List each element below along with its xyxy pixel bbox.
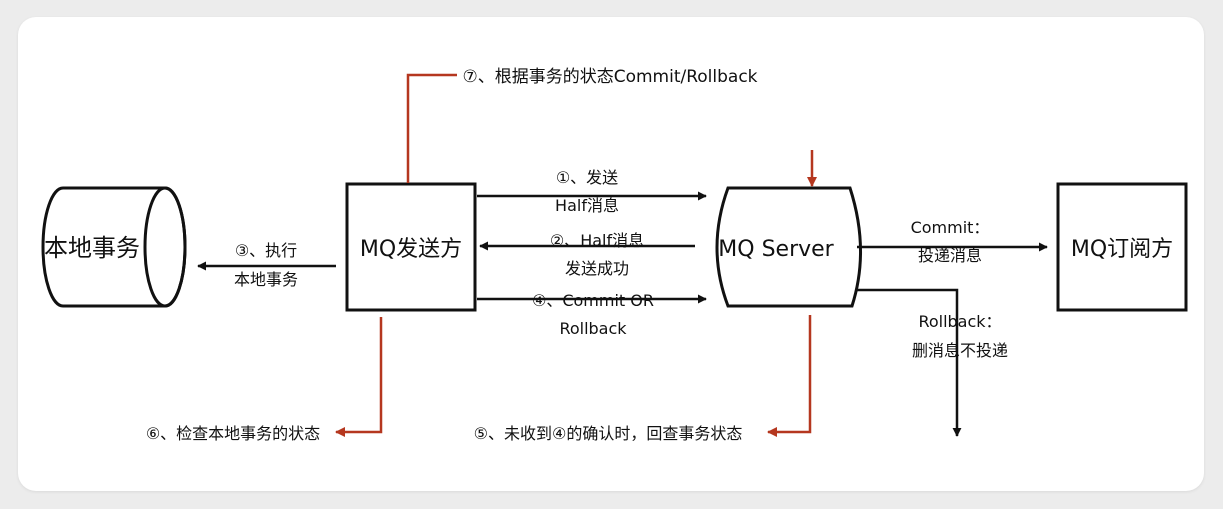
label-rollback-line2: 删消息不投递 [912,341,1008,360]
label-step2-line2: 发送成功 [565,259,629,278]
local-transaction-label: 本地事务 [44,234,140,262]
label-step1-line2: Half消息 [555,196,619,215]
subscriber-node: MQ订阅方 [1056,182,1188,312]
producer-label: MQ发送方 [360,237,462,262]
producer-node: MQ发送方 [345,182,477,312]
arrow-step6 [335,317,383,437]
mq-server-node: MQ Server [715,186,862,308]
label-step2-line1: ②、Half消息 [550,231,644,250]
label-step3-line1: ③、执行 [235,241,297,260]
subscriber-label: MQ订阅方 [1071,237,1173,262]
mq-server-label: MQ Server [718,237,834,262]
label-step1-line1: ①、发送 [556,168,618,187]
transaction-message-diagram: 本地事务 MQ发送方 MQ Server MQ订阅方 ⑦、根据事务的状态Comm… [41,67,1188,443]
label-rollback-line1: Rollback： [918,312,1001,331]
label-commit-line2: 投递消息 [918,246,982,265]
label-step5: ⑤、未收到④的确认时，回查事务状态 [474,424,743,443]
label-step7: ⑦、根据事务的状态Commit/Rollback [462,67,757,87]
arrow-step5 [767,315,812,437]
label-step4-line2: Rollback [559,319,627,338]
arrow-step7 [406,73,457,183]
local-transaction-node: 本地事务 [41,186,187,308]
label-step3-line2: 本地事务 [234,270,298,289]
label-commit-line1: Commit： [911,218,990,237]
label-step4-line1: ④、Commit OR [532,291,654,310]
label-step6: ⑥、检查本地事务的状态 [146,424,320,443]
